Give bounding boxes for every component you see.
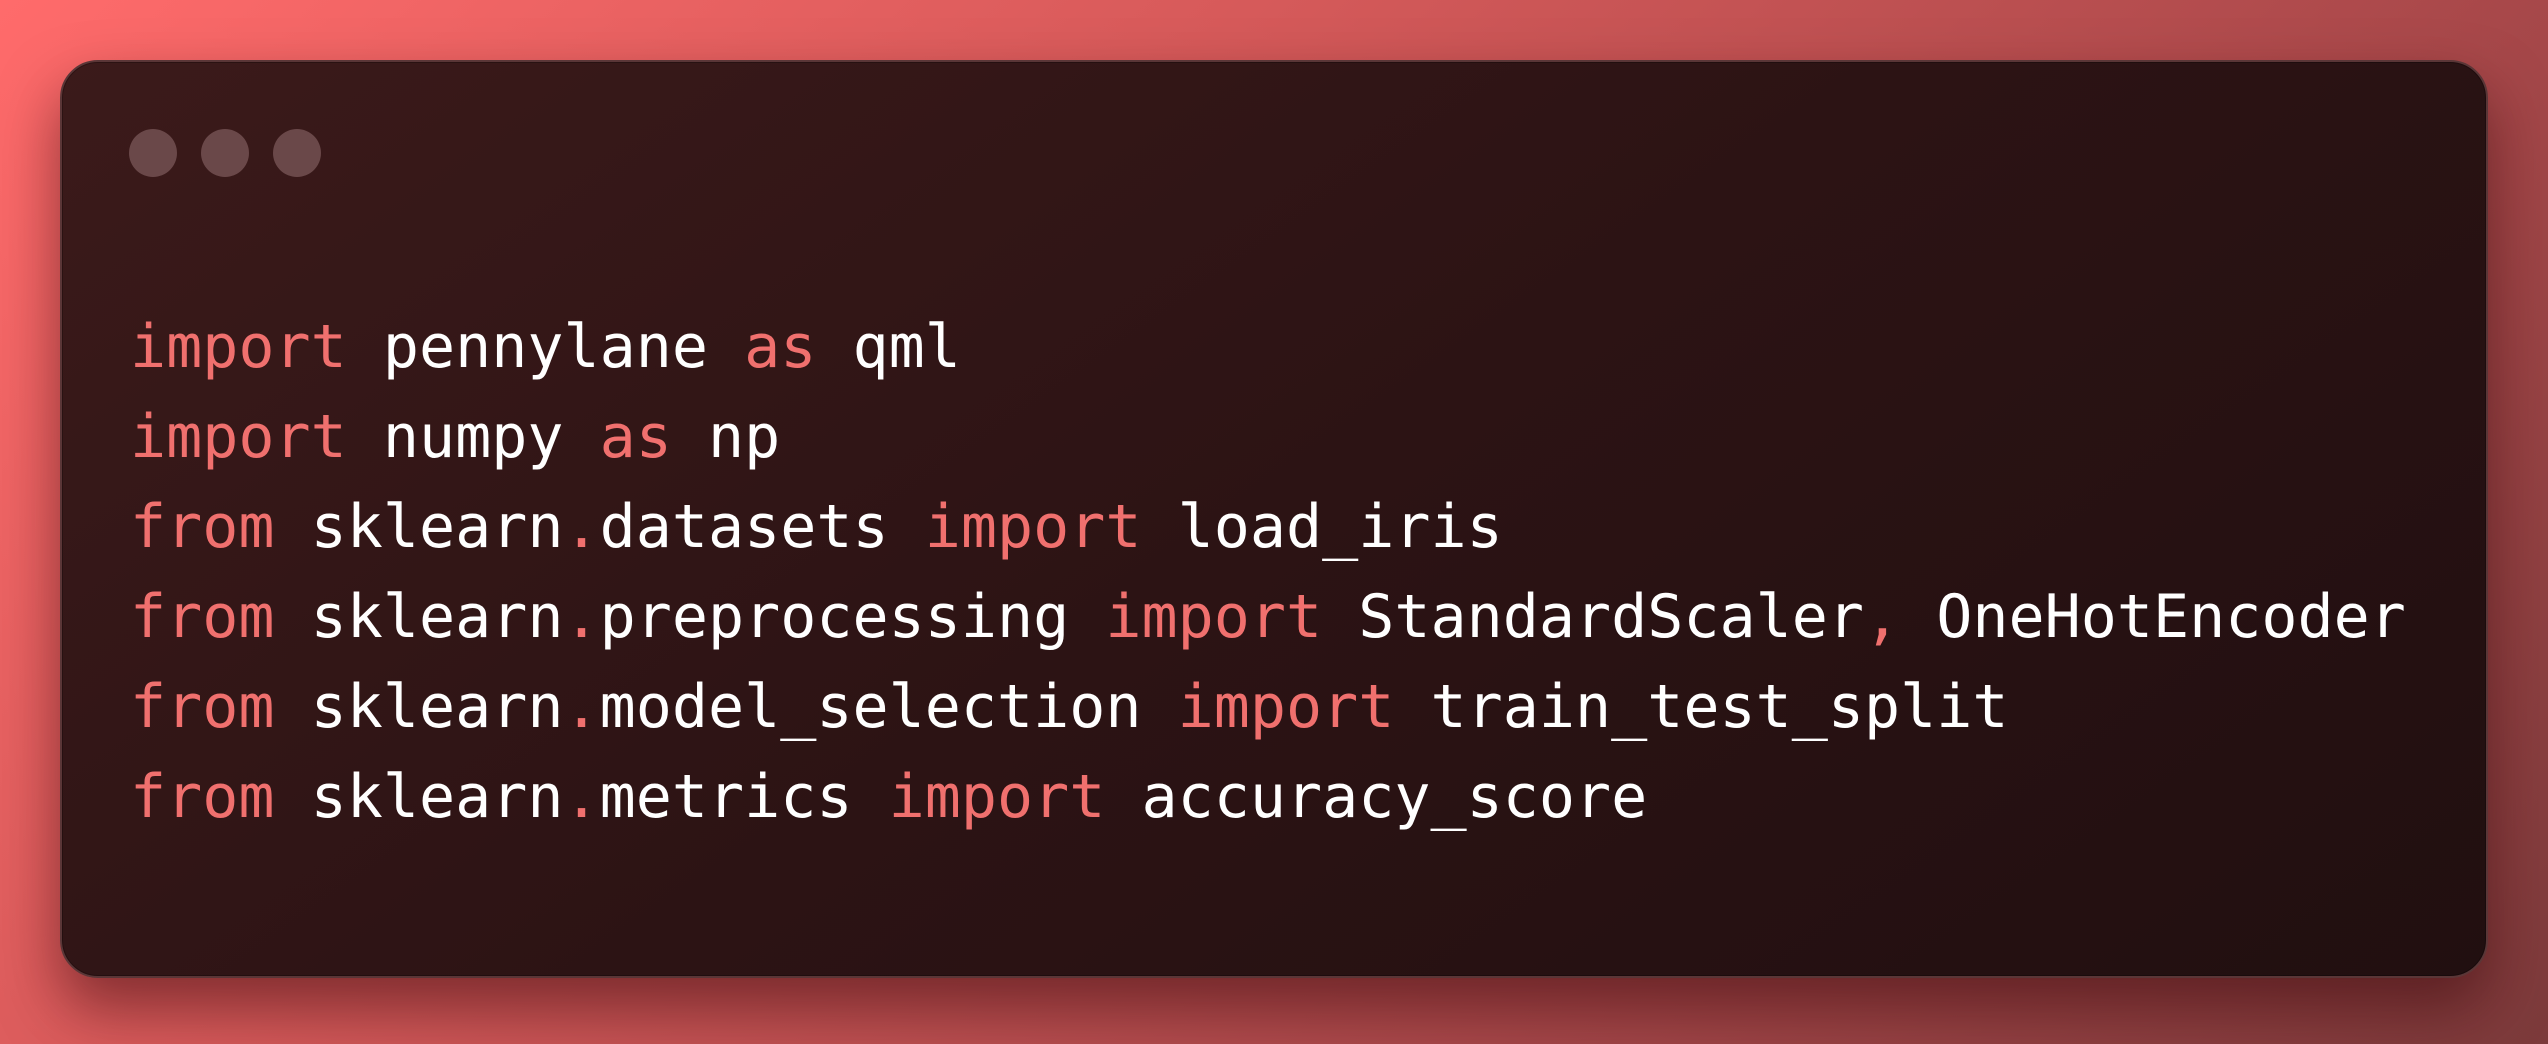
code-line-4: from sklearn.preprocessing import Standa… [130, 572, 2406, 662]
keyword-from: from [130, 582, 275, 652]
code-line-3: from sklearn.datasets import load_iris [130, 482, 2406, 572]
keyword-from: from [130, 762, 275, 832]
window-dot-1[interactable] [129, 129, 177, 177]
dot-operator: . [563, 762, 600, 832]
imported-name: OneHotEncoder [1936, 582, 2406, 652]
dot-operator: . [563, 582, 600, 652]
submodule-name: datasets [599, 492, 889, 562]
code-line-6: from sklearn.metrics import accuracy_sco… [130, 752, 2406, 842]
keyword-as: as [744, 312, 817, 382]
comma-separator: , [1863, 582, 1901, 652]
package-name: sklearn [310, 672, 564, 742]
submodule-name: preprocessing [599, 582, 1070, 652]
code-line-1: import pennylane as qml [130, 302, 2406, 392]
window-dot-2[interactable] [201, 129, 249, 177]
keyword-import: import [130, 402, 347, 472]
module-name: pennylane [382, 312, 708, 382]
code-line-2: import numpy as np [130, 392, 2406, 482]
submodule-name: model_selection [599, 672, 1142, 742]
imported-name: StandardScaler [1358, 582, 1864, 652]
package-name: sklearn [310, 582, 564, 652]
keyword-import: import [130, 312, 347, 382]
window-dot-3[interactable] [273, 129, 321, 177]
keyword-as: as [599, 402, 672, 472]
keyword-from: from [130, 492, 275, 562]
submodule-name: metrics [599, 762, 853, 832]
code-line-5: from sklearn.model_selection import trai… [130, 662, 2406, 752]
keyword-import: import [1177, 672, 1395, 742]
alias-name: qml [852, 312, 961, 382]
imported-name: train_test_split [1430, 672, 2009, 742]
package-name: sklearn [310, 762, 564, 832]
imported-name: accuracy_score [1141, 762, 1648, 832]
window-controls [129, 129, 321, 177]
code-block: import pennylane as qml import numpy as n… [130, 302, 2406, 842]
keyword-import: import [924, 492, 1142, 562]
imported-name: load_iris [1177, 492, 1503, 562]
package-name: sklearn [310, 492, 564, 562]
keyword-import: import [1105, 582, 1323, 652]
alias-name: np [708, 402, 781, 472]
dot-operator: . [563, 492, 600, 562]
dot-operator: . [563, 672, 600, 742]
module-name: numpy [382, 402, 564, 472]
keyword-import: import [888, 762, 1106, 832]
code-window: import pennylane as qml import numpy as n… [60, 60, 2488, 978]
keyword-from: from [130, 672, 275, 742]
